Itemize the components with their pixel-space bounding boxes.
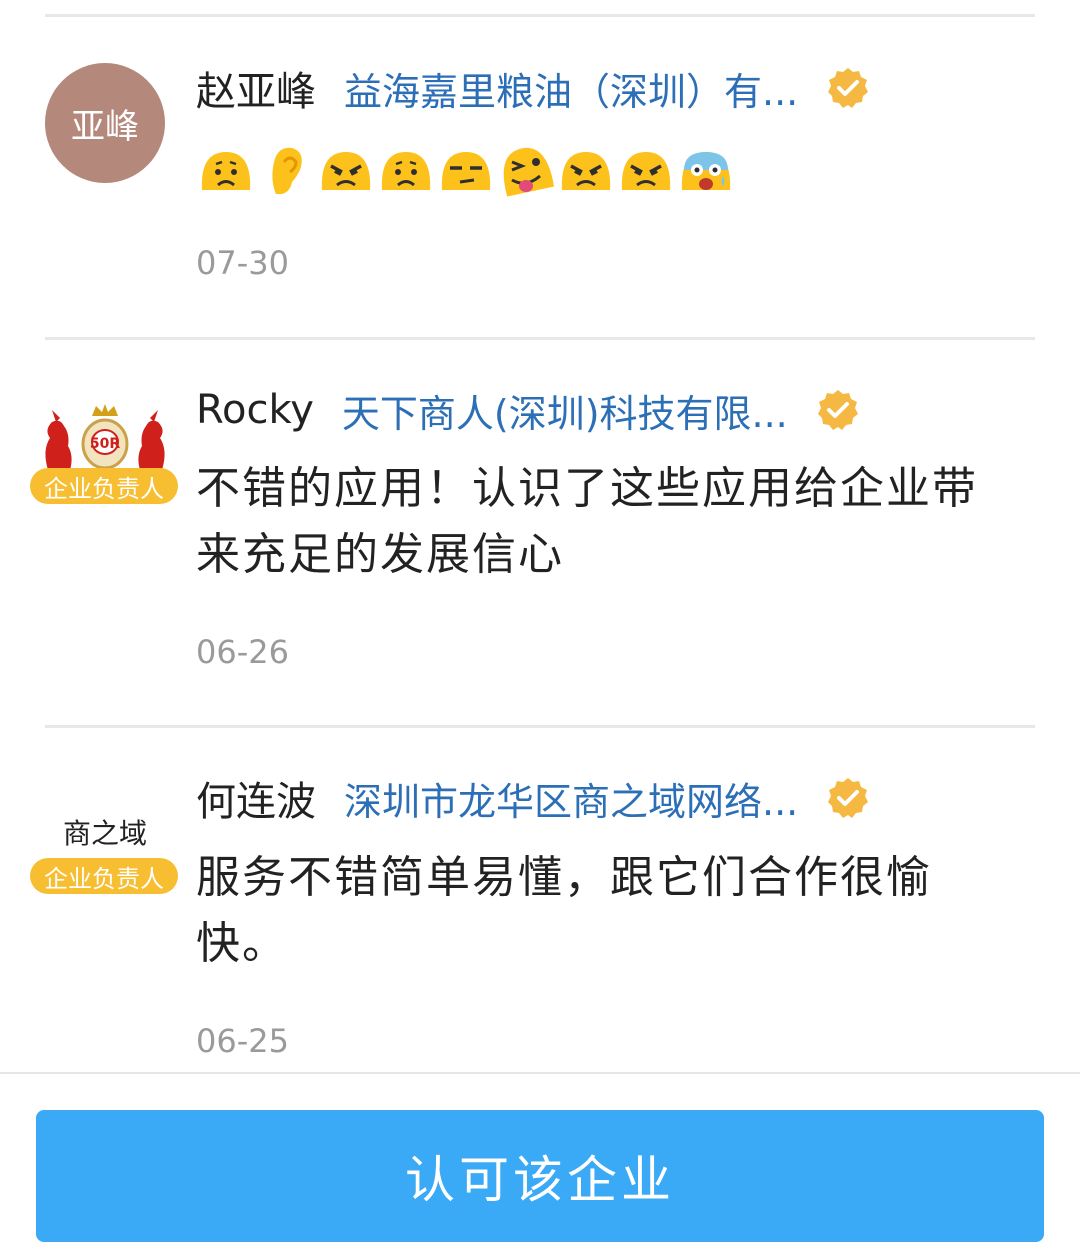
verified-badge-icon xyxy=(828,778,869,818)
role-badge: 企业负责人 xyxy=(30,858,178,894)
company-link[interactable]: 深圳市龙华区商之域网络... xyxy=(344,771,798,826)
divider xyxy=(45,14,1035,17)
angry-face-icon xyxy=(621,152,671,190)
comment-date: 06-25 xyxy=(196,1022,289,1060)
divider xyxy=(45,337,1035,340)
footer-divider xyxy=(0,1072,1080,1074)
screaming-face-icon xyxy=(681,152,731,190)
frowning-face-icon xyxy=(201,152,251,190)
approve-company-button[interactable]: 认可该企业 xyxy=(36,1110,1044,1242)
company-link[interactable]: 天下商人(深圳)科技有限... xyxy=(342,383,788,438)
comment-text: 不错的应用！认识了这些应用给企业带 来充足的发展信心 xyxy=(196,456,1046,588)
comment-header: 何连波 深圳市龙华区商之域网络... xyxy=(196,768,870,828)
company-logo-text: 商之域 xyxy=(62,817,147,850)
comment-text-line: 服务不错简单易懂，跟它们合作很愉 xyxy=(196,852,932,903)
frowning-face-icon xyxy=(381,152,431,190)
user-name[interactable]: 何连波 xyxy=(196,769,316,827)
comment-header: Rocky 天下商人(深圳)科技有限... xyxy=(196,380,860,440)
user-name[interactable]: 赵亚峰 xyxy=(196,59,316,117)
crest-logo-text: 50R xyxy=(90,436,120,452)
comment-date: 06-26 xyxy=(196,633,289,671)
emoji-row xyxy=(196,140,736,200)
angry-face-icon xyxy=(321,152,371,190)
verified-badge-icon xyxy=(817,390,858,430)
unamused-face-icon xyxy=(441,152,491,190)
comment-text-line: 来充足的发展信心 xyxy=(196,529,564,580)
role-badge: 企业负责人 xyxy=(30,468,178,504)
comment-header: 赵亚峰 益海嘉里粮油（深圳）有... xyxy=(196,58,870,118)
comment-date: 07-30 xyxy=(196,244,289,282)
verified-badge-icon xyxy=(828,68,869,108)
winking-tongue-face-icon xyxy=(503,147,555,197)
comment-text-line: 快。 xyxy=(196,918,288,969)
user-name[interactable]: Rocky xyxy=(196,387,314,433)
angry-face-icon xyxy=(561,152,611,190)
comment-text: 服务不错简单易懂，跟它们合作很愉 快。 xyxy=(196,845,1046,977)
company-link[interactable]: 益海嘉里粮油（深圳）有... xyxy=(344,61,798,116)
ear-icon xyxy=(272,147,302,194)
crest-logo-icon: 50R xyxy=(45,404,165,470)
avatar-initials: 亚峰 xyxy=(45,63,165,183)
comment-text-line: 不错的应用！认识了这些应用给企业带 xyxy=(196,463,978,514)
divider xyxy=(45,725,1035,728)
